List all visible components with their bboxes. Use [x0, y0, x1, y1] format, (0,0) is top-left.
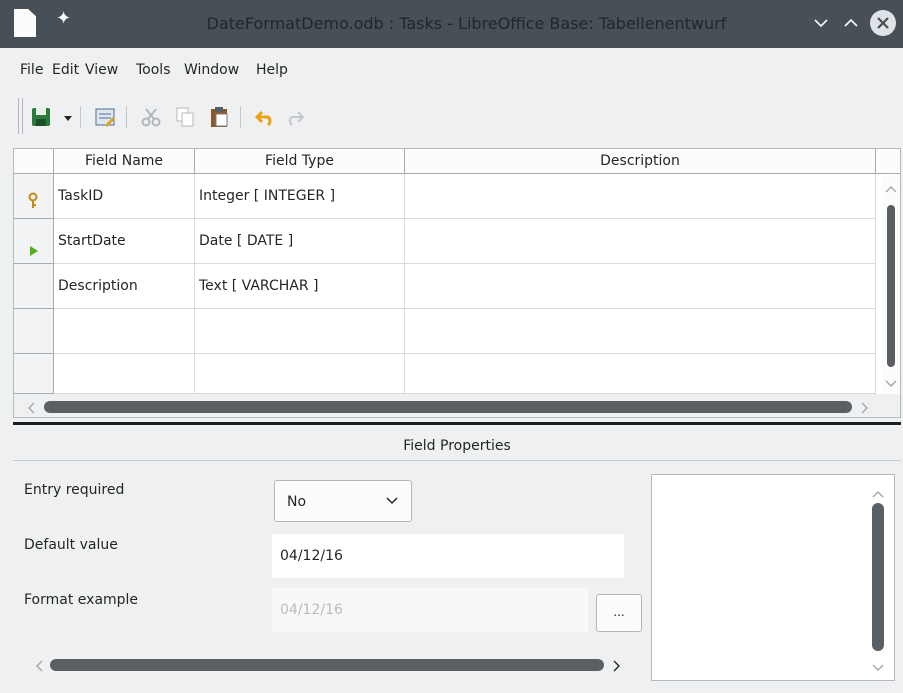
menu-view[interactable]: View	[85, 54, 118, 86]
vertical-scroll-thumb[interactable]	[872, 503, 884, 651]
copy-icon[interactable]	[174, 106, 196, 128]
table-cell-field-name[interactable]: TaskID	[54, 174, 195, 219]
table-cell-description[interactable]	[405, 309, 876, 354]
table-cell-description[interactable]	[405, 174, 876, 219]
menu-file[interactable]: File	[20, 54, 43, 86]
entry-required-value: No	[287, 494, 307, 510]
vertical-scroll-thumb[interactable]	[887, 205, 895, 367]
scroll-right-arrow-icon[interactable]	[860, 400, 870, 417]
scroll-left-arrow-icon[interactable]	[34, 658, 44, 677]
format-example-label: Format example	[24, 592, 139, 608]
entry-required-select[interactable]: No	[274, 480, 412, 522]
window-title: DateFormatDemo.odb : Tasks - LibreOffice…	[206, 14, 727, 33]
scroll-left-arrow-icon[interactable]	[26, 400, 36, 417]
table-cell-description[interactable]	[405, 354, 876, 394]
help-text-area[interactable]	[651, 474, 895, 681]
scroll-down-arrow-icon[interactable]	[884, 374, 898, 393]
table-cell-field-name[interactable]: StartDate	[54, 219, 195, 264]
entry-required-label: Entry required	[24, 482, 125, 498]
row-header[interactable]	[14, 309, 54, 354]
menu-window[interactable]: Window	[184, 54, 239, 86]
row-header[interactable]	[14, 174, 54, 219]
dropdown-arrow-icon[interactable]	[62, 106, 74, 128]
divider	[13, 460, 901, 461]
design-mode-icon[interactable]	[94, 106, 116, 128]
maximize-button[interactable]	[838, 10, 864, 36]
chevron-up-icon	[844, 18, 858, 27]
default-value-label: Default value	[24, 537, 118, 553]
default-value-field[interactable]: 04/12/16	[272, 534, 624, 578]
chevron-down-icon	[385, 481, 399, 536]
undo-icon[interactable]	[254, 106, 276, 128]
table-cell-description[interactable]	[405, 264, 876, 309]
horizontal-scroll-thumb[interactable]	[44, 401, 852, 413]
menu-help[interactable]: Help	[256, 54, 288, 86]
scroll-up-arrow-icon[interactable]	[871, 484, 885, 503]
horizontal-scroll-thumb[interactable]	[50, 659, 604, 671]
header-field-type[interactable]: Field Type	[195, 149, 405, 174]
current-row-icon	[30, 246, 38, 256]
save-icon[interactable]	[30, 106, 52, 128]
standard-toolbar	[0, 96, 903, 140]
row-header[interactable]	[14, 354, 54, 394]
menu-edit[interactable]: Edit	[52, 54, 79, 86]
table-cell-field-name[interactable]: Description	[54, 264, 195, 309]
pane-splitter[interactable]	[13, 422, 901, 425]
row-header[interactable]	[14, 219, 54, 264]
close-button[interactable]	[870, 10, 896, 36]
field-properties-title: Field Properties	[403, 438, 511, 454]
table-cell-field-type[interactable]: Integer [ INTEGER ]	[195, 174, 405, 219]
cut-icon[interactable]	[140, 106, 162, 128]
menu-tools[interactable]: Tools	[136, 54, 171, 86]
header-description[interactable]: Description	[405, 149, 876, 174]
header-field-name[interactable]: Field Name	[54, 149, 195, 174]
primary-key-icon	[28, 192, 38, 208]
paste-icon[interactable]	[208, 106, 230, 128]
chevron-down-icon	[814, 19, 828, 28]
corner-header[interactable]	[14, 149, 54, 174]
close-icon	[877, 17, 889, 29]
toolbar-grip[interactable]	[18, 98, 23, 134]
format-example-field: 04/12/16	[272, 588, 588, 632]
header-filler	[876, 149, 900, 174]
table-cell-field-type[interactable]	[195, 309, 405, 354]
row-header[interactable]	[14, 264, 54, 309]
table-cell-field-type[interactable]	[195, 354, 405, 394]
redo-icon[interactable]	[284, 106, 306, 128]
table-cell-field-name[interactable]	[54, 309, 195, 354]
table-cell-field-type[interactable]: Text [ VARCHAR ]	[195, 264, 405, 309]
table-cell-field-name[interactable]	[54, 354, 195, 394]
scroll-up-arrow-icon[interactable]	[884, 179, 898, 198]
table-cell-description[interactable]	[405, 219, 876, 264]
scroll-down-arrow-icon[interactable]	[871, 658, 885, 677]
field-definition-grid: Field Name Field Type Description TaskID…	[13, 148, 901, 418]
scroll-right-arrow-icon[interactable]	[612, 658, 622, 677]
format-button[interactable]: ...	[596, 594, 642, 632]
minimize-button[interactable]	[808, 10, 834, 36]
table-cell-field-type[interactable]: Date [ DATE ]	[195, 219, 405, 264]
